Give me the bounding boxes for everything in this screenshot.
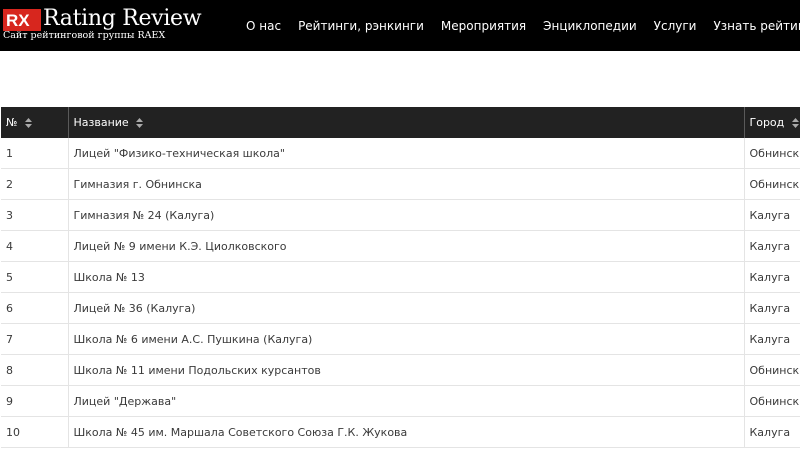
table-row: 7 Школа № 6 имени А.С. Пушкина (Калуга) … xyxy=(1,323,800,355)
table-row: 5 Школа № 13 Калуга xyxy=(1,261,800,293)
cell-number: 9 xyxy=(1,385,69,417)
cell-name: Школа № 13 xyxy=(68,261,745,293)
logo-mark-text: RX xyxy=(6,11,30,30)
nav-about[interactable]: О нас xyxy=(246,19,281,33)
cell-name: Лицей № 9 имени К.Э. Циолковского xyxy=(68,230,745,262)
cell-name: Школа № 45 им. Маршала Советского Союза … xyxy=(68,416,745,448)
nav-get-rating[interactable]: Узнать рейтинг xyxy=(713,19,800,33)
cell-city: Калуга xyxy=(744,416,800,448)
cell-city: Калуга xyxy=(744,230,800,262)
column-header-label: Название xyxy=(73,116,129,129)
cell-number: 4 xyxy=(1,230,69,262)
site-logo[interactable]: RX Rating Review Сайт рейтинговой группы… xyxy=(3,5,233,45)
top-navigation-bar: RX Rating Review Сайт рейтинговой группы… xyxy=(0,0,800,51)
main-menu: О нас Рейтинги, рэнкинги Мероприятия Энц… xyxy=(246,0,800,51)
cell-number: 6 xyxy=(1,292,69,324)
table-row: 3 Гимназия № 24 (Калуга) Калуга xyxy=(1,199,800,231)
logo-title: Rating Review xyxy=(43,6,202,31)
column-header-label: Город xyxy=(749,116,785,129)
column-header-name[interactable]: Название xyxy=(68,107,745,138)
table-row: 1 Лицей "Физико-техническая школа" Обнин… xyxy=(1,138,800,169)
cell-number: 5 xyxy=(1,261,69,293)
cell-name: Гимназия № 24 (Калуга) xyxy=(68,199,745,231)
cell-city: Обнинск xyxy=(744,138,800,169)
cell-name: Школа № 6 имени А.С. Пушкина (Калуга) xyxy=(68,323,745,355)
sort-icon[interactable] xyxy=(24,118,32,128)
table-row: 4 Лицей № 9 имени К.Э. Циолковского Калу… xyxy=(1,230,800,262)
cell-name: Гимназия г. Обнинска xyxy=(68,168,745,200)
column-header-number[interactable]: № xyxy=(1,107,69,138)
ratings-table-container: № Название Город 1 Лицей "Физико-техниче… xyxy=(1,107,800,448)
cell-name: Лицей № 36 (Калуга) xyxy=(68,292,745,324)
cell-number: 7 xyxy=(1,323,69,355)
ratings-table: № Название Город 1 Лицей "Физико-техниче… xyxy=(1,107,800,448)
table-row: 8 Школа № 11 имени Подольских курсантов … xyxy=(1,354,800,386)
table-row: 2 Гимназия г. Обнинска Обнинск xyxy=(1,168,800,200)
sort-icon[interactable] xyxy=(136,118,144,128)
cell-city: Обнинск xyxy=(744,354,800,386)
cell-name: Школа № 11 имени Подольских курсантов xyxy=(68,354,745,386)
cell-name: Лицей "Держава" xyxy=(68,385,745,417)
cell-city: Калуга xyxy=(744,261,800,293)
table-row: 6 Лицей № 36 (Калуга) Калуга xyxy=(1,292,800,324)
sort-icon[interactable] xyxy=(791,118,799,128)
nav-ratings[interactable]: Рейтинги, рэнкинги xyxy=(298,19,424,33)
nav-encyclopedias[interactable]: Энциклопедии xyxy=(543,19,637,33)
column-header-city[interactable]: Город xyxy=(744,107,800,138)
cell-number: 1 xyxy=(1,138,69,169)
nav-events[interactable]: Мероприятия xyxy=(441,19,526,33)
table-row: 10 Школа № 45 им. Маршала Советского Сою… xyxy=(1,416,800,448)
cell-city: Обнинск xyxy=(744,168,800,200)
column-header-label: № xyxy=(6,116,18,129)
cell-city: Обнинск xyxy=(744,385,800,417)
cell-number: 2 xyxy=(1,168,69,200)
cell-city: Калуга xyxy=(744,199,800,231)
cell-number: 10 xyxy=(1,416,69,448)
raex-logo-icon: RX xyxy=(3,9,41,31)
logo-subtitle: Сайт рейтинговой группы RAEX xyxy=(3,30,166,41)
table-header-row: № Название Город xyxy=(1,107,800,138)
cell-name: Лицей "Физико-техническая школа" xyxy=(68,138,745,169)
cell-number: 8 xyxy=(1,354,69,386)
table-row: 9 Лицей "Держава" Обнинск xyxy=(1,385,800,417)
cell-city: Калуга xyxy=(744,323,800,355)
nav-services[interactable]: Услуги xyxy=(654,19,697,33)
cell-city: Калуга xyxy=(744,292,800,324)
cell-number: 3 xyxy=(1,199,69,231)
